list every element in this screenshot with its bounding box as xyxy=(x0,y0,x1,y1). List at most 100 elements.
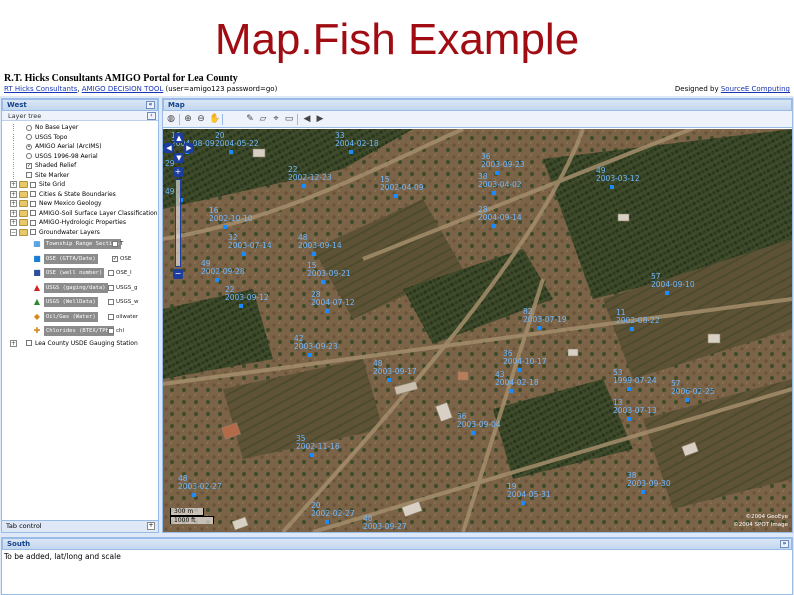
tab-control-label[interactable]: Tab control xyxy=(6,522,42,530)
zoom-in-button[interactable]: + xyxy=(173,167,183,177)
zoom-out-icon[interactable]: ⊖ xyxy=(196,114,206,124)
well-marker[interactable] xyxy=(302,184,306,188)
designer-link[interactable]: SourceE Computing xyxy=(721,85,790,93)
well-marker[interactable] xyxy=(492,224,496,228)
layer-radio[interactable] xyxy=(26,153,32,159)
expand-toggle[interactable]: + xyxy=(10,200,17,207)
tree-item[interactable]: No Base Layer xyxy=(2,123,158,133)
pan-left-button[interactable]: ◀ xyxy=(164,143,174,153)
well-marker[interactable] xyxy=(685,398,689,402)
layer-checkbox[interactable] xyxy=(30,200,36,207)
pan-right-button[interactable]: ▶ xyxy=(184,143,194,153)
well-marker[interactable] xyxy=(229,150,233,154)
well-marker[interactable] xyxy=(325,309,329,313)
amigo-decision-tool-link[interactable]: AMIGO DECISION TOOL xyxy=(82,85,164,93)
pan-up-button[interactable]: ▲ xyxy=(174,133,184,143)
well-marker[interactable] xyxy=(387,378,391,382)
expand-toggle[interactable]: + xyxy=(10,190,17,198)
tree-item[interactable]: − Groundwater Layers xyxy=(2,228,158,238)
tree-item[interactable]: ✓ Shaded Relief xyxy=(2,161,158,171)
globe-icon[interactable]: ◍ xyxy=(166,114,176,124)
expand-toggle[interactable]: + xyxy=(10,219,17,226)
tree-item[interactable]: + Site Grid xyxy=(2,180,158,190)
well-marker[interactable] xyxy=(537,326,541,330)
layer-radio[interactable]: • xyxy=(26,143,32,150)
zoom-out-button[interactable]: − xyxy=(173,269,183,279)
tree-item[interactable]: Site Marker xyxy=(2,171,158,181)
well-marker[interactable] xyxy=(471,431,475,435)
well-marker[interactable] xyxy=(627,417,631,421)
well-marker[interactable] xyxy=(627,387,631,391)
tree-item[interactable]: + AMIGO-Hydrologic Properties xyxy=(2,218,158,228)
west-collapse-button[interactable]: « xyxy=(146,101,155,109)
well-marker[interactable] xyxy=(394,194,398,198)
legend-checkbox[interactable] xyxy=(108,270,114,276)
legend-checkbox[interactable] xyxy=(108,299,114,305)
well-marker[interactable] xyxy=(641,490,645,494)
well-marker[interactable] xyxy=(665,291,669,295)
measure-line-icon[interactable]: ✎ xyxy=(245,114,255,124)
tree-item[interactable]: • AMIGO Aerial (ArcIMS) xyxy=(2,142,158,152)
layer-tree-collapse-button[interactable]: ‹ xyxy=(147,112,156,120)
layer-checkbox[interactable] xyxy=(30,219,36,226)
legend-checkbox[interactable] xyxy=(108,313,114,320)
well-marker[interactable] xyxy=(242,252,246,256)
well-marker[interactable] xyxy=(509,389,513,393)
layer-checkbox[interactable] xyxy=(30,181,36,188)
legend-checkbox[interactable] xyxy=(112,241,118,247)
well-marker[interactable] xyxy=(312,252,316,256)
layer-checkbox[interactable]: ✓ xyxy=(26,162,32,169)
well-marker[interactable] xyxy=(492,191,496,195)
south-collapse-button[interactable]: » xyxy=(780,540,789,548)
next-extent-icon[interactable]: ▶ xyxy=(315,114,325,124)
zoom-in-icon[interactable]: ⊕ xyxy=(183,114,193,124)
tree-item[interactable]: USGS Topo xyxy=(2,133,158,143)
expand-toggle[interactable]: + xyxy=(10,181,17,188)
well-marker[interactable] xyxy=(325,520,329,524)
well-marker[interactable] xyxy=(521,501,525,505)
pan-down-button[interactable]: ▼ xyxy=(174,153,184,163)
layer-checkbox[interactable] xyxy=(30,229,36,235)
layer-checkbox[interactable] xyxy=(30,210,36,216)
layer-checkbox[interactable] xyxy=(26,172,32,178)
expand-toggle[interactable]: − xyxy=(10,228,17,236)
layer-radio[interactable] xyxy=(26,124,32,131)
well-marker[interactable] xyxy=(610,185,614,189)
legend-checkbox[interactable] xyxy=(108,284,114,291)
select-icon[interactable]: ⌖ xyxy=(271,114,281,124)
tree-item[interactable]: + Lea County USDE Gauging Station xyxy=(2,339,158,349)
legend-item[interactable]: ▦ Township Range Section T xyxy=(2,237,158,252)
previous-extent-icon[interactable]: ◀ xyxy=(302,114,312,124)
well-marker[interactable] xyxy=(239,304,243,308)
legend-item[interactable]: ▲ USGS (WellData) USGS_w xyxy=(2,295,158,310)
tab-control-expand-button[interactable]: + xyxy=(147,522,155,530)
tree-item[interactable]: + AMIGO-Soil Surface Layer Classification xyxy=(2,209,158,219)
legend-item[interactable]: ◆ Oil/Gas (Water) oilwater xyxy=(2,310,158,325)
well-marker[interactable] xyxy=(192,493,196,497)
tree-item[interactable]: + New Mexico Geology xyxy=(2,199,158,209)
well-marker[interactable] xyxy=(223,225,227,229)
legend-item[interactable]: ✚ Chlorides (BTEX/TPH) chl xyxy=(2,324,158,339)
zoom-slider[interactable] xyxy=(175,179,181,267)
expand-toggle[interactable]: + xyxy=(10,339,17,347)
map-view[interactable]: 102004-08-09202004-05-22332004-02-182922… xyxy=(163,129,792,532)
well-marker[interactable] xyxy=(310,453,314,457)
tree-item[interactable]: + Cities & State Boundaries xyxy=(2,190,158,200)
legend-item[interactable]: ▲ USGS (gaging/data) USGS_g xyxy=(2,281,158,296)
tree-item[interactable]: USGS 1996-98 Aerial xyxy=(2,152,158,162)
expand-toggle[interactable]: + xyxy=(10,209,17,217)
rt-hicks-link[interactable]: RT Hicks Consultants xyxy=(4,85,77,93)
well-marker[interactable] xyxy=(349,150,353,154)
measure-area-icon[interactable]: ▱ xyxy=(258,114,268,124)
well-marker[interactable] xyxy=(321,280,325,284)
layer-radio[interactable] xyxy=(26,134,32,140)
folder-icon[interactable]: ▭ xyxy=(284,114,294,124)
well-marker[interactable] xyxy=(630,327,634,331)
layer-checkbox[interactable] xyxy=(30,191,36,197)
legend-checkbox[interactable] xyxy=(108,328,114,334)
well-marker[interactable] xyxy=(495,171,499,175)
layer-checkbox[interactable] xyxy=(26,340,32,346)
legend-item[interactable]: ■ OSE (well number) OSE_I xyxy=(2,266,158,281)
well-marker[interactable] xyxy=(308,353,312,357)
well-marker[interactable] xyxy=(215,278,219,282)
